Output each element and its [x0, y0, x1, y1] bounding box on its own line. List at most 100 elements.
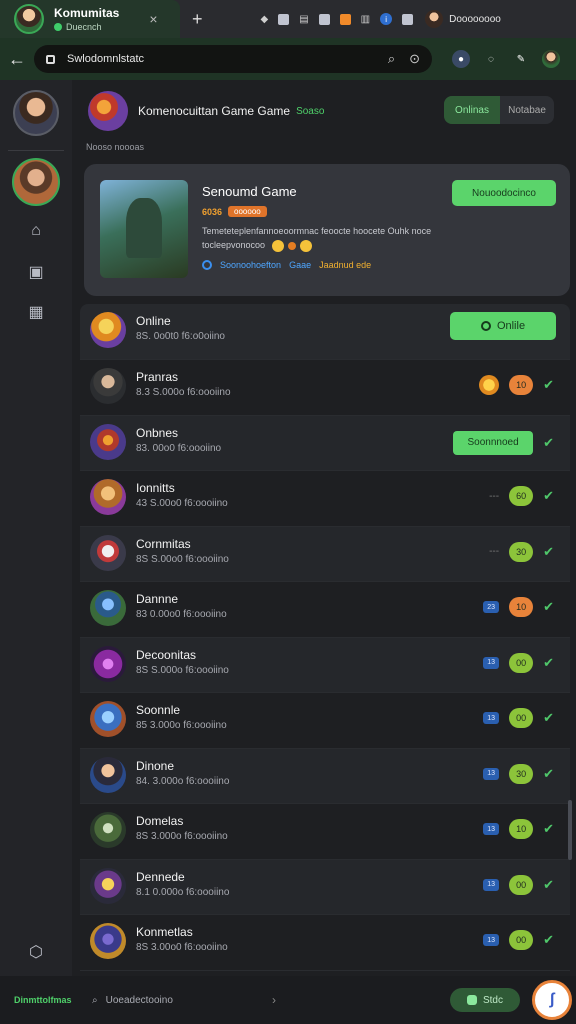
folder-icon[interactable]: ▦	[26, 302, 46, 322]
list-item[interactable]: Ionnitts 43 S.00o0 f6:oooiino --- 60 ✔	[80, 471, 570, 527]
chevron-right-icon[interactable]: ›	[272, 993, 276, 1007]
list-item[interactable]: Dannne 83 0.00o0 f6:oooiino 23 10 ✔	[80, 582, 570, 638]
list-item-actions: --- 30 ✔	[489, 541, 554, 562]
list-item[interactable]: Onbnes 83. 00o0 f6:oooiino Soonnnoed ✔	[80, 415, 570, 471]
sidebar-server-avatar[interactable]	[13, 90, 59, 136]
ticket-icon[interactable]: ◆	[261, 14, 269, 25]
info-icon[interactable]: i	[380, 13, 393, 25]
list-item-subtitle: 8.1 0.000o f6:oooiino	[136, 886, 230, 898]
list-item[interactable]: Pranras 8.3 S.000o f6:oooiino 10 ✔	[80, 360, 570, 416]
avatar	[90, 645, 126, 682]
list-item[interactable]: Konmetlas 8S 3.00o0 f6:oooiino 13 00 ✔	[80, 915, 570, 971]
count-badge: 10	[509, 375, 534, 395]
settings-icon[interactable]: ⬡	[26, 942, 46, 962]
featured-action-button[interactable]: Nouoodocinco	[452, 180, 556, 206]
featured-game-card[interactable]: Senoumd Game 6036 oooooo Temeteteplenfan…	[84, 164, 570, 296]
online-button[interactable]: Onlile	[450, 312, 556, 340]
avatar	[90, 701, 126, 737]
placeholder-dashes: ---	[489, 546, 500, 557]
avatar	[90, 867, 126, 904]
avatar	[90, 423, 126, 460]
link-icon	[202, 260, 212, 270]
controller-icon[interactable]: ▣	[26, 262, 46, 282]
profile-avatar	[425, 10, 444, 28]
bottom-pill-text: Stdc	[482, 994, 503, 1006]
account-avatar[interactable]	[542, 50, 560, 68]
search-icon[interactable]: ⌕	[388, 51, 395, 67]
tab-avatar	[14, 4, 44, 34]
section-label: Nooso noooas	[86, 142, 145, 152]
list-item[interactable]: Decoonitas 8S S.000o f6:oooiino 13 00 ✔	[80, 637, 570, 693]
app-launcher-icon[interactable]: ʃ	[532, 980, 572, 1020]
close-tab-icon[interactable]: ×	[149, 11, 157, 27]
check-icon[interactable]: ✔	[543, 766, 554, 782]
check-icon[interactable]: ✔	[543, 544, 554, 560]
list-item[interactable]: Soonnle 85 3.000o f6:oooiino 13 00 ✔	[80, 693, 570, 749]
list-item-subtitle: 8S 3.00o0 f6:oooiino	[136, 942, 228, 953]
switch-other[interactable]: Notabae	[500, 96, 554, 124]
user-icon[interactable]: ●	[452, 50, 470, 68]
check-icon[interactable]: ✔	[543, 710, 554, 726]
count-badge: 10	[509, 597, 534, 617]
online-icon	[480, 321, 491, 331]
edit-icon[interactable]: ✎	[512, 50, 530, 68]
count-badge: 10	[509, 819, 534, 839]
chat-icon[interactable]: ◌	[482, 50, 500, 68]
reload-icon[interactable]: ⊙	[409, 51, 420, 67]
count-badge: 60	[509, 486, 534, 506]
list-item-name: Decoonitas	[136, 647, 197, 662]
tab-bar: Komumitas Duecnch × + ◆ ▤ ▥ i Doooooooo	[0, 0, 576, 38]
tab-komumitas[interactable]: Komumitas Duecnch ×	[0, 0, 180, 38]
list-item-name: Ionnitts	[136, 481, 175, 495]
back-arrow-icon[interactable]: ←	[0, 49, 34, 70]
featured-link-3[interactable]: Jaadnud ede	[319, 260, 371, 270]
count-badge: 30	[509, 763, 534, 784]
profile-chip[interactable]: Doooooooo	[425, 10, 501, 28]
scrollbar-thumb[interactable]	[568, 800, 572, 860]
list-item[interactable]: Cornmitas 8S S.00o0 f6:oooiino --- 30 ✔	[80, 526, 570, 582]
app-icon[interactable]: ▥	[361, 14, 370, 25]
tab-icon-strip: ◆ ▤ ▥ i	[261, 13, 414, 25]
featured-link-2[interactable]: Gaae	[289, 260, 311, 270]
label-icon[interactable]: ▤	[299, 14, 308, 25]
featured-description: Temeteteplenfannoeoormnac feoocte hoocet…	[202, 224, 462, 252]
count-badge: 00	[509, 874, 534, 895]
sidebar-user-avatar[interactable]	[12, 158, 60, 206]
bottom-status-pill[interactable]: Stdc	[450, 988, 520, 1012]
check-icon[interactable]: ✔	[543, 377, 554, 393]
lock-icon	[46, 54, 55, 64]
switch-online[interactable]: Onlinas	[444, 96, 500, 124]
check-icon[interactable]: ✔	[543, 599, 554, 615]
check-icon[interactable]: ✔	[543, 932, 554, 948]
grid-icon[interactable]	[278, 13, 290, 25]
box-icon[interactable]	[318, 13, 330, 25]
placeholder-dashes: ---	[489, 490, 500, 502]
list-item[interactable]: Dinone 84. 3.000o f6:oooiino 13 30 ✔	[80, 748, 570, 804]
check-icon[interactable]: ✔	[543, 435, 554, 451]
new-tab-button[interactable]: +	[192, 9, 203, 30]
orange-app-icon[interactable]	[339, 13, 351, 25]
emoji-icon	[271, 239, 284, 252]
list-item[interactable]: Domelas 8S 3.000o f6:oooiino 13 10 ✔	[80, 804, 570, 860]
list-item-actions: --- 60 ✔	[489, 486, 554, 506]
url-field[interactable]: Swlodomnlstatc ⌕ ⊙	[34, 45, 432, 73]
check-icon[interactable]: ✔	[543, 877, 554, 893]
list-item[interactable]: Online 8S. 0o0t0 f6:o0oiino Onlile	[80, 304, 570, 360]
bottom-search[interactable]: ⌕ Uoeadectooino	[92, 995, 272, 1006]
featured-link-1[interactable]: Soonoohoefton	[220, 260, 281, 270]
game-cover-image	[100, 180, 188, 278]
list-item-actions: 10 ✔	[479, 375, 554, 395]
list-item-subtitle: 8S S.000o f6:oooiino	[136, 664, 229, 676]
check-icon[interactable]: ✔	[543, 821, 554, 837]
row-action-button[interactable]: Soonnnoed	[453, 430, 534, 455]
list-item-subtitle: 83. 00o0 f6:oooiino	[136, 442, 222, 454]
home-icon[interactable]: ⌂	[26, 222, 46, 242]
check-icon[interactable]: ✔	[543, 488, 554, 504]
check-icon[interactable]: ✔	[543, 655, 554, 671]
list-item[interactable]: Dennede 8.1 0.000o f6:oooiino 13 00 ✔	[80, 859, 570, 915]
featured-title: Senoumd Game	[202, 184, 297, 199]
list-item-name: Dannne	[136, 592, 179, 606]
status-switch[interactable]: Onlinas Notabae	[444, 96, 554, 124]
extension-icon[interactable]	[402, 13, 414, 25]
level-badge: 13	[483, 656, 500, 669]
